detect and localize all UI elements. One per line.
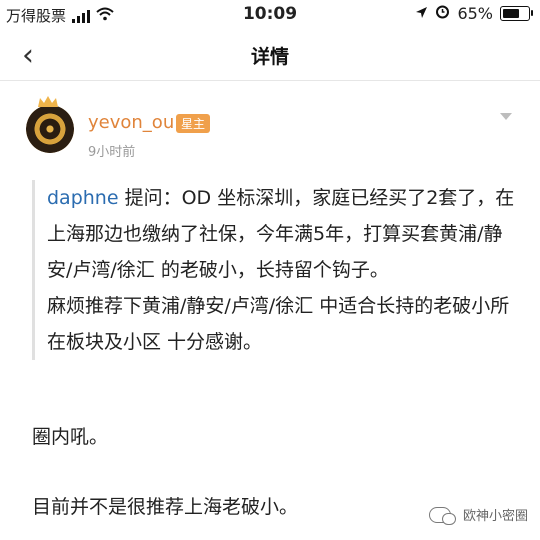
watermark-text: 欧神小密圈 bbox=[462, 509, 528, 524]
avatar[interactable] bbox=[26, 105, 74, 153]
owner-badge: 星主 bbox=[176, 114, 211, 133]
asked-label: 提问： bbox=[118, 187, 182, 209]
status-bar: 万得股票 10:09 65% bbox=[0, 0, 540, 30]
battery-fill bbox=[503, 9, 519, 18]
nav-bar: ‹ 详情 bbox=[0, 30, 540, 81]
author-name[interactable]: yevon_ou bbox=[88, 112, 174, 133]
wechat-icon bbox=[428, 506, 456, 525]
alarm-icon bbox=[435, 4, 450, 23]
question-paragraph-1: daphne 提问：OD 坐标深圳，家庭已经买了2套了，在上海那边也缴纳了社保，… bbox=[47, 180, 525, 288]
crown-icon bbox=[37, 95, 59, 108]
watermark: 欧神小密圈 bbox=[428, 505, 528, 525]
post-time: 9小时前 bbox=[88, 145, 136, 160]
author-row: yevon_ou 星主 9小时前 bbox=[0, 95, 540, 165]
location-icon bbox=[415, 4, 428, 23]
reply-line-1: 圈内吼。 bbox=[32, 426, 109, 448]
question-paragraph-2: 麻烦推荐下黄浦/静安/卢湾/徐汇 中适合长持的老破小所在板块及小区 十分感谢。 bbox=[47, 295, 510, 353]
battery-icon bbox=[500, 6, 533, 21]
battery-percent: 65% bbox=[457, 4, 493, 23]
status-right-group: 65% bbox=[415, 4, 533, 23]
quoted-question: daphne 提问：OD 坐标深圳，家庭已经买了2套了，在上海那边也缴纳了社保，… bbox=[32, 180, 525, 360]
more-options-icon[interactable] bbox=[500, 113, 512, 120]
page-title: 详情 bbox=[250, 46, 289, 68]
question-username[interactable]: daphne bbox=[47, 187, 119, 209]
reply-line-2: 目前并不是很推荐上海老破小。 bbox=[32, 496, 299, 518]
